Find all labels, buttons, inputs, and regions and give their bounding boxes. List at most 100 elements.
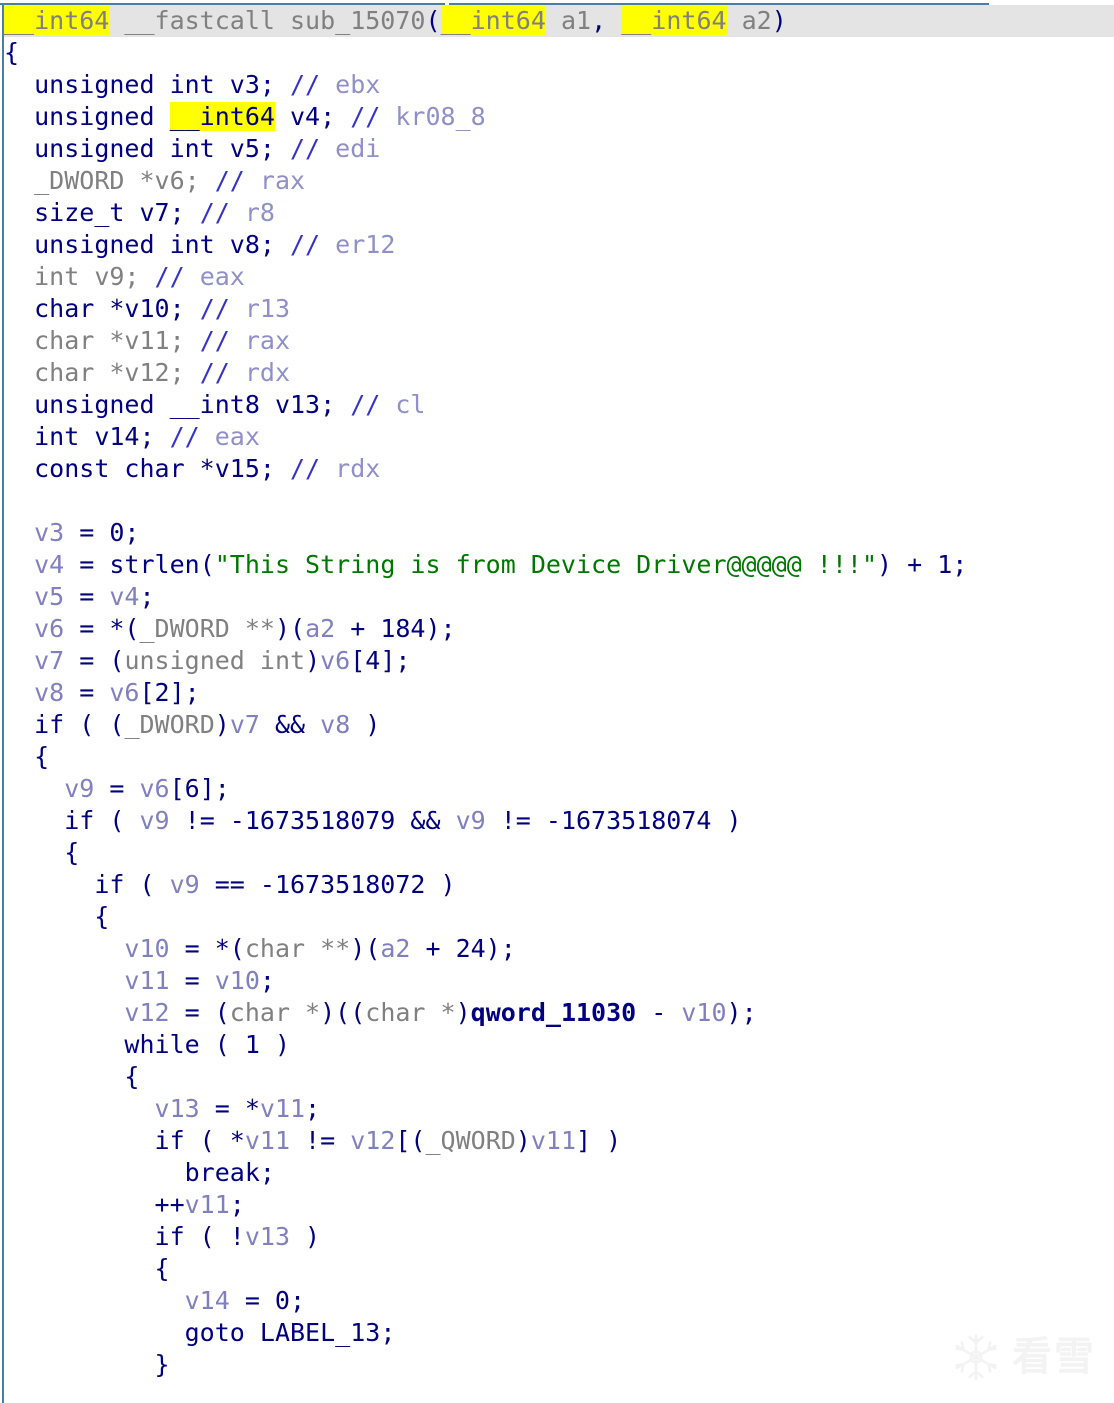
code-token: ( [199, 550, 215, 579]
line-assign-v13[interactable]: v13 = *v11; [4, 1093, 1114, 1125]
line-incr-v11[interactable]: ++v11; [4, 1189, 1114, 1221]
code-token: sub_15070 [290, 6, 426, 35]
code-token: v14 [184, 1286, 230, 1315]
code-line-content: unsigned __int64 v4; // kr08_8 [4, 102, 486, 131]
code-token: char [34, 294, 95, 323]
code-token: v3 [34, 518, 65, 547]
line-decl-v11[interactable]: char *v11; // rax [4, 325, 1114, 357]
line-assign-v3[interactable]: v3 = 0; [4, 517, 1114, 549]
line-decl-v4[interactable]: unsigned __int64 v4; // kr08_8 [4, 101, 1114, 133]
line-signature[interactable]: __int64 __fastcall sub_15070(__int64 a1,… [4, 5, 1114, 37]
line-decl-v6[interactable]: _DWORD *v6; // rax [4, 165, 1114, 197]
line-assign-v8[interactable]: v8 = v6[2]; [4, 677, 1114, 709]
line-open-brace-fn[interactable]: { [4, 37, 1114, 69]
code-token: a2 [305, 614, 336, 643]
code-token: v4; [274, 102, 351, 131]
code-token: _DWORD [124, 710, 215, 739]
code-line-content: { [4, 742, 49, 771]
code-line-content: v13 = *v11; [4, 1094, 321, 1123]
line-decl-v13[interactable]: unsigned __int8 v13; // cl [4, 389, 1114, 421]
code-token: ; [229, 1190, 245, 1219]
pseudocode-view[interactable]: __int64 __fastcall sub_15070(__int64 a1,… [0, 0, 1114, 1403]
line-if-5[interactable]: if ( !v13 ) [4, 1221, 1114, 1253]
line-decl-v3[interactable]: unsigned int v3; // ebx [4, 69, 1114, 101]
code-line-content: { [4, 1254, 170, 1283]
line-assign-v10[interactable]: v10 = *(char **)(a2 + 24); [4, 933, 1114, 965]
code-line-content: unsigned int v8; // er12 [4, 230, 395, 259]
code-line-content: if ( *v11 != v12[(_QWORD)v11] ) [4, 1126, 622, 1155]
line-decl-v14[interactable]: int v14; // eax [4, 421, 1114, 453]
code-token: unsigned [34, 102, 170, 131]
line-assign-v6[interactable]: v6 = *(_DWORD **)(a2 + 184); [4, 613, 1114, 645]
code-token: ( * [184, 1126, 245, 1155]
line-break[interactable]: break; [4, 1157, 1114, 1189]
line-brace-3[interactable]: { [4, 901, 1114, 933]
line-decl-v8[interactable]: unsigned int v8; // er12 [4, 229, 1114, 261]
line-assign-v12[interactable]: v12 = (char *)((char *)qword_11030 - v10… [4, 997, 1114, 1029]
line-assign-v11[interactable]: v11 = v10; [4, 965, 1114, 997]
line-if-1[interactable]: if ( (_DWORD)v7 && v8 ) [4, 709, 1114, 741]
code-token: } [4, 1350, 170, 1379]
code-line-content: { [4, 1062, 139, 1091]
line-goto[interactable]: goto LABEL_13; [4, 1317, 1114, 1349]
code-token: { [4, 838, 80, 867]
code-token: = * [199, 1094, 260, 1123]
line-if-4[interactable]: if ( *v11 != v12[(_QWORD)v11] ) [4, 1125, 1114, 1157]
code-token: __fastcall [124, 6, 275, 35]
line-assign-v7[interactable]: v7 = (unsigned int)v6[4]; [4, 645, 1114, 677]
line-brace-4[interactable]: { [4, 1061, 1114, 1093]
line-assign-v14[interactable]: v14 = 0; [4, 1285, 1114, 1317]
code-token: v9 [139, 806, 170, 835]
code-token: ] ) [576, 1126, 622, 1155]
line-brace-1[interactable]: { [4, 741, 1114, 773]
code-token: _DWORD *v6; [34, 166, 200, 195]
code-line-content: if ( !v13 ) [4, 1222, 321, 1251]
code-token: = 0; [229, 1286, 306, 1315]
code-token: ); [726, 998, 757, 1027]
code-line-content [4, 486, 19, 515]
code-token: *v15; [184, 454, 290, 483]
code-token: r8 [229, 198, 275, 227]
line-decl-v5[interactable]: unsigned int v5; // edi [4, 133, 1114, 165]
code-line-content: if ( (_DWORD)v7 && v8 ) [4, 710, 380, 739]
code-token: ( [94, 806, 140, 835]
line-decl-v15[interactable]: const char *v15; // rdx [4, 453, 1114, 485]
code-line-content: unsigned int v3; // ebx [4, 70, 380, 99]
line-if-3[interactable]: if ( v9 == -1673518072 ) [4, 869, 1114, 901]
code-token: // [214, 166, 245, 195]
code-token: __int64 [621, 6, 727, 35]
pseudocode-text-area[interactable]: __int64 __fastcall sub_15070(__int64 a1,… [4, 5, 1114, 1403]
code-token: char *v11; [34, 326, 185, 355]
line-blank-1[interactable] [4, 485, 1114, 517]
line-assign-v9[interactable]: v9 = v6[6]; [4, 773, 1114, 805]
code-token: v13; [259, 390, 351, 419]
line-assign-v4[interactable]: v4 = strlen("This String is from Device … [4, 549, 1114, 581]
line-decl-v12[interactable]: char *v12; // rdx [4, 357, 1114, 389]
code-token: if [34, 710, 65, 739]
code-token: v13 [244, 1222, 290, 1251]
line-if-2[interactable]: if ( v9 != -1673518079 && v9 != -1673518… [4, 805, 1114, 837]
line-decl-v9[interactable]: int v9; // eax [4, 261, 1114, 293]
line-decl-v7[interactable]: size_t v7; // r8 [4, 197, 1114, 229]
line-while[interactable]: while ( 1 ) [4, 1029, 1114, 1061]
code-token: __int64 [169, 102, 275, 131]
line-brace-2[interactable]: { [4, 837, 1114, 869]
line-brace-5[interactable]: { [4, 1253, 1114, 1285]
code-token: ; [259, 1158, 275, 1187]
code-token: v7 [34, 646, 65, 675]
code-token: ; [305, 1094, 321, 1123]
code-token: // [199, 198, 230, 227]
line-decl-v10[interactable]: char *v10; // r13 [4, 293, 1114, 325]
code-token: unsigned __int8 [34, 390, 260, 419]
line-close-brace-5[interactable]: } [4, 1349, 1114, 1381]
line-assign-v5[interactable]: v5 = v4; [4, 581, 1114, 613]
code-token: v3; [214, 70, 290, 99]
